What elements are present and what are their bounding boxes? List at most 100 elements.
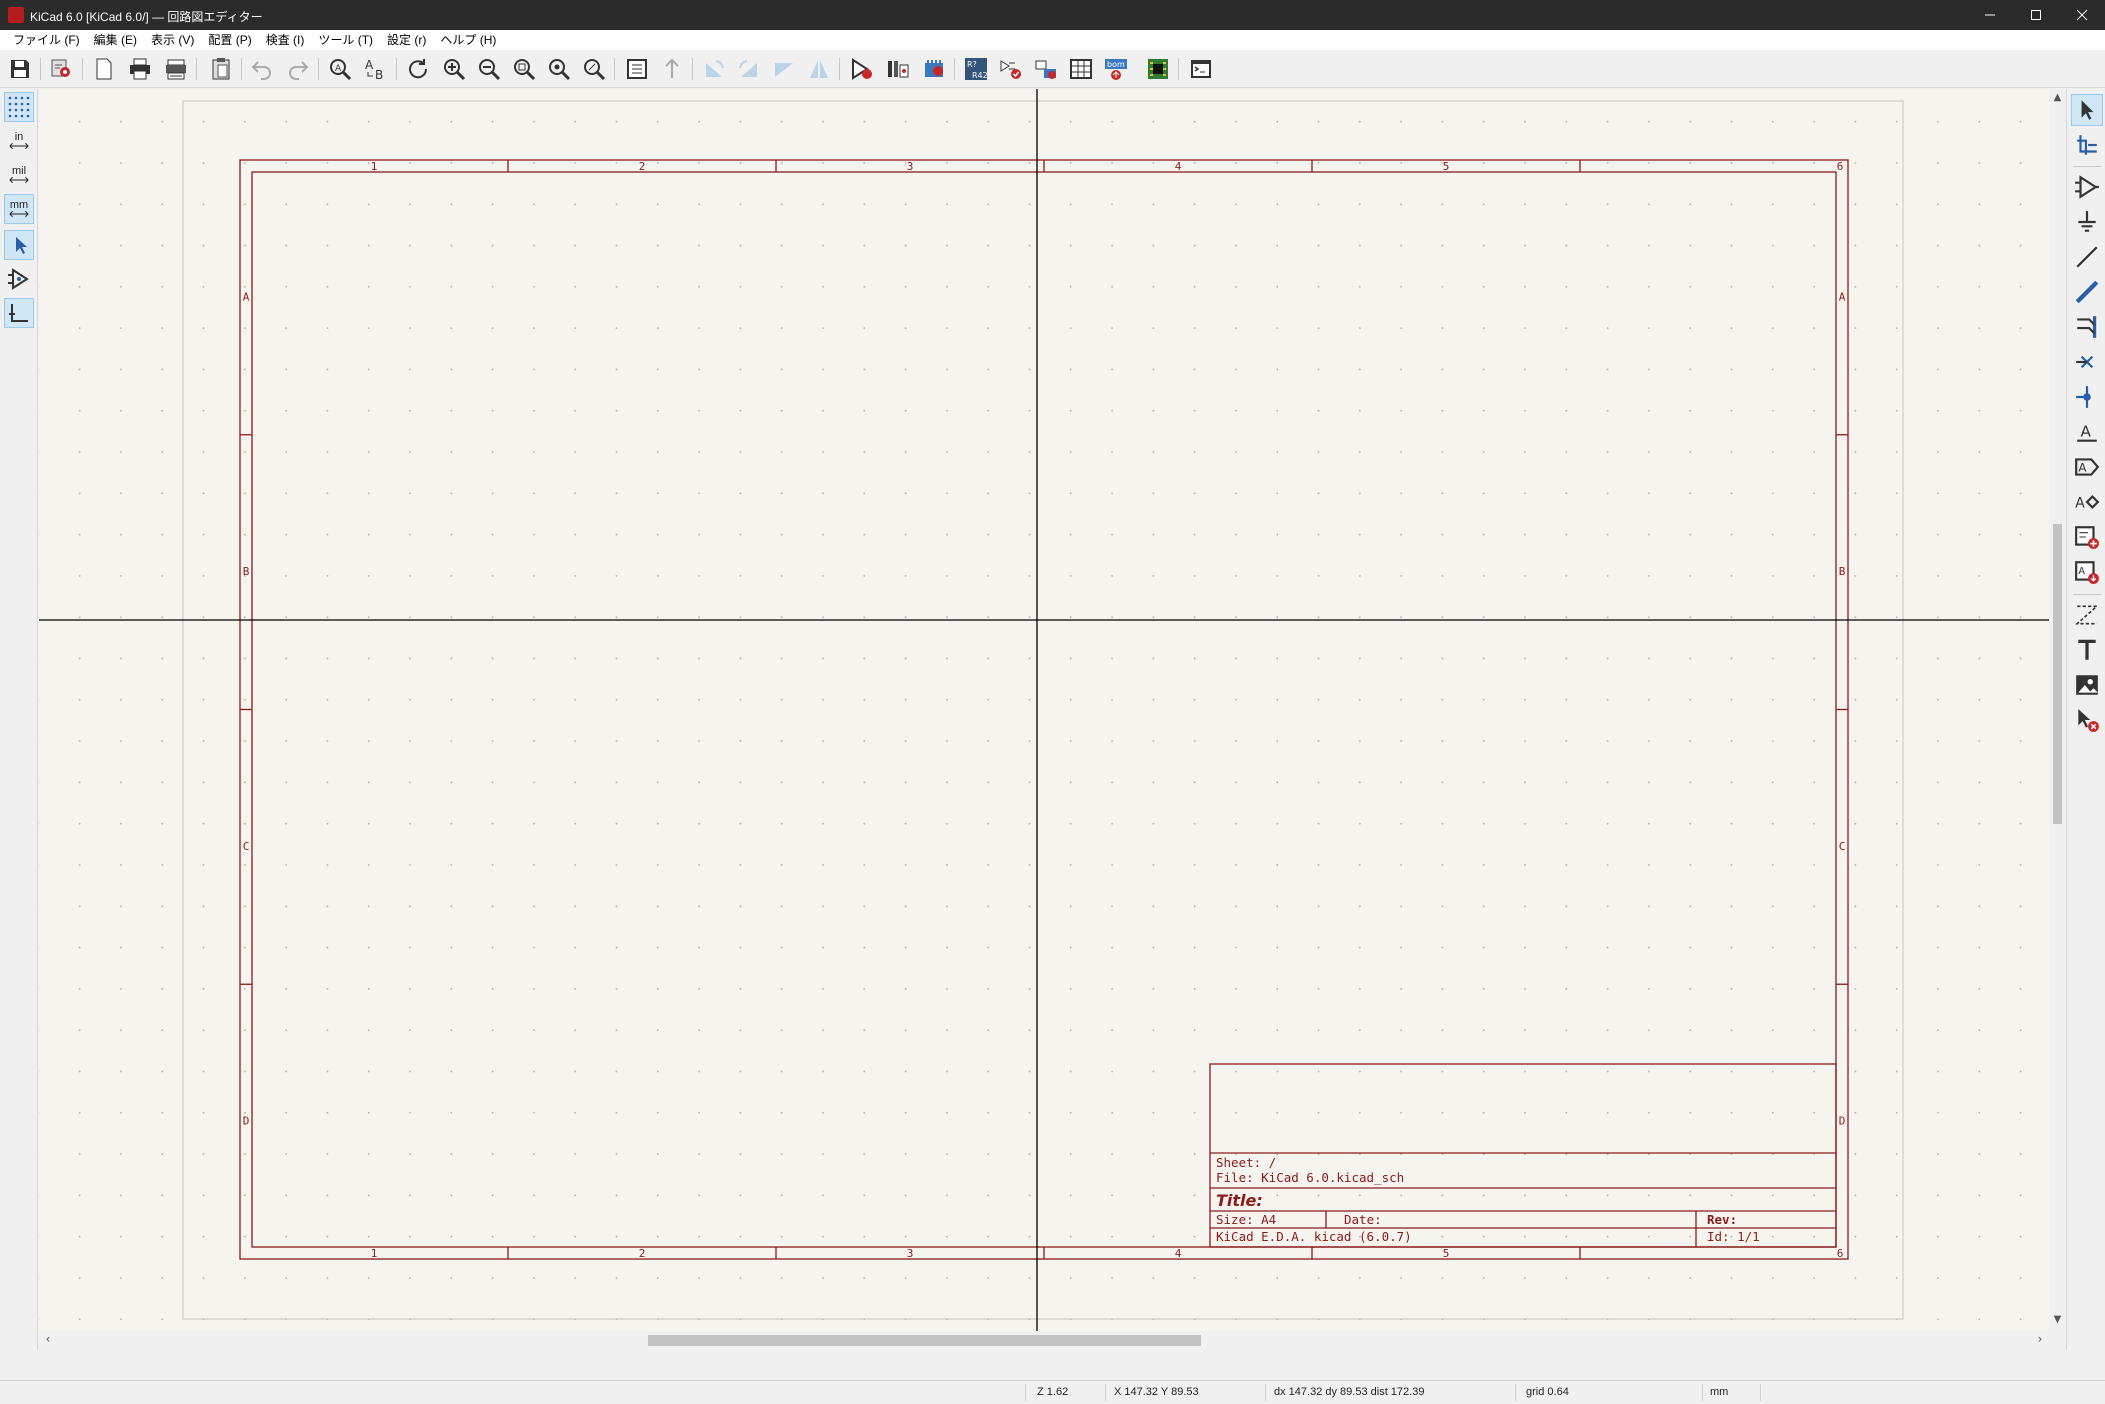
page-icon	[96, 58, 112, 80]
border-zone-labels: 1 1 2 2 3 3 4 4 5 5 6 6 A A B B C C D D	[243, 160, 1846, 1260]
edit-fields-button[interactable]	[1066, 55, 1096, 83]
zoom-out-button[interactable]	[474, 55, 504, 83]
page-settings-button[interactable]	[89, 55, 119, 83]
page-outline	[182, 100, 1904, 1320]
units-mils-button[interactable]: mil	[4, 160, 34, 190]
footprint-editor-button[interactable]	[919, 55, 949, 83]
status-divider	[1702, 1384, 1703, 1401]
print-button[interactable]	[125, 55, 155, 83]
add-junction-button[interactable]	[2071, 381, 2103, 413]
rotate-ccw-button[interactable]	[699, 55, 729, 83]
menu-view[interactable]: 表示 (V)	[144, 30, 201, 50]
menu-help[interactable]: ヘルプ (H)	[433, 30, 503, 50]
leave-sheet-button[interactable]	[657, 55, 687, 83]
import-sheet-pin-icon: A	[2075, 561, 2099, 584]
full-crosshair-button[interactable]	[4, 230, 34, 260]
symbol-browser-button[interactable]	[883, 55, 913, 83]
erc-button[interactable]	[996, 55, 1026, 83]
open-pcb-editor-button[interactable]	[1143, 55, 1173, 83]
zone-col-label-top: 4	[1175, 160, 1182, 173]
symbol-icon	[2075, 175, 2099, 199]
delete-tool-button[interactable]	[2071, 704, 2103, 736]
dashed-line-icon	[2075, 605, 2099, 625]
scroll-right-icon[interactable]: ›	[2033, 1332, 2047, 1346]
add-text-button[interactable]	[2071, 634, 2103, 666]
close-button[interactable]	[2059, 0, 2105, 30]
cursor-arrow-icon	[2081, 100, 2094, 120]
add-wire-button[interactable]	[2071, 241, 2103, 273]
scroll-down-icon[interactable]: ▼	[2051, 1314, 2064, 1328]
mirror-horizontal-button[interactable]	[804, 55, 834, 83]
status-divider	[1515, 1384, 1516, 1401]
add-global-label-button[interactable]: A	[2071, 451, 2103, 483]
import-sheet-pin-button[interactable]: A	[2071, 556, 2103, 588]
status-divider	[1760, 1384, 1761, 1401]
scroll-left-icon[interactable]: ‹	[41, 1332, 55, 1346]
toggle-grid-button[interactable]	[4, 92, 34, 122]
select-tool-button[interactable]	[2071, 94, 2103, 126]
add-sheet-button[interactable]	[2071, 521, 2103, 553]
generate-bom-button[interactable]: bom	[1101, 55, 1131, 83]
status-grid: grid 0.64	[1526, 1386, 1569, 1398]
zone-row-label-left: B	[243, 565, 250, 578]
zoom-fit-button[interactable]	[509, 55, 539, 83]
hierarchy-icon	[627, 59, 647, 79]
assign-footprints-button[interactable]	[1031, 55, 1061, 83]
find-replace-icon: AB	[365, 58, 383, 81]
maximize-button[interactable]	[2013, 0, 2059, 30]
vertical-scroll-thumb[interactable]	[2053, 524, 2062, 824]
find-replace-button[interactable]: AB	[361, 55, 391, 83]
refresh-button[interactable]	[403, 55, 433, 83]
add-power-button[interactable]	[2071, 206, 2103, 238]
right-toolbar: A A A A	[2066, 89, 2105, 1350]
find-button[interactable]: A	[325, 55, 355, 83]
line-mode-button[interactable]	[4, 298, 34, 328]
toolbar-separator	[1178, 58, 1179, 80]
svg-text:bom: bom	[1107, 60, 1125, 69]
title-block-rev: Rev:	[1707, 1212, 1737, 1227]
zoom-objects-button[interactable]	[544, 55, 574, 83]
menu-file[interactable]: ファイル (F)	[6, 30, 87, 50]
add-bus-entry-button[interactable]	[2071, 311, 2103, 343]
mirror-vertical-button[interactable]	[769, 55, 799, 83]
undo-button[interactable]	[247, 55, 277, 83]
add-label-button[interactable]: A	[2071, 416, 2103, 448]
add-graphic-lines-button[interactable]	[2071, 599, 2103, 631]
scripting-console-button[interactable]	[1186, 55, 1216, 83]
units-inches-button[interactable]: in	[4, 126, 34, 156]
menu-edit[interactable]: 編集 (E)	[87, 30, 144, 50]
vertical-scrollbar[interactable]: ▲ ▼	[2049, 89, 2066, 1331]
add-symbol-button[interactable]	[2071, 171, 2103, 203]
zone-col-label-top: 6	[1837, 160, 1844, 173]
save-button[interactable]	[5, 55, 35, 83]
rotate-cw-button[interactable]	[734, 55, 764, 83]
add-bus-button[interactable]	[2071, 276, 2103, 308]
zoom-in-button[interactable]	[439, 55, 469, 83]
hierarchy-navigator-button[interactable]	[622, 55, 652, 83]
menu-tools[interactable]: ツール (T)	[311, 30, 380, 50]
show-pin-types-button[interactable]	[4, 264, 34, 294]
menu-preferences[interactable]: 設定 (r)	[380, 30, 433, 50]
schematic-setup-button[interactable]	[47, 55, 77, 83]
add-no-connect-button[interactable]	[2071, 346, 2103, 378]
zone-col-label-bottom: 2	[639, 1247, 646, 1260]
scroll-up-icon[interactable]: ▲	[2051, 92, 2064, 106]
plot-button[interactable]	[161, 55, 191, 83]
svg-text:R?: R?	[967, 60, 977, 69]
menu-inspect[interactable]: 検査 (I)	[259, 30, 312, 50]
zoom-selection-button[interactable]	[579, 55, 609, 83]
menu-place[interactable]: 配置 (P)	[201, 30, 258, 50]
redo-button[interactable]	[283, 55, 313, 83]
kicad-schematic-editor: KiCad 6.0 [KiCad 6.0/] — 回路図エディター ファイル (…	[0, 0, 2105, 1404]
schematic-canvas[interactable]: 1 1 2 2 3 3 4 4 5 5 6 6 A A B B C C D D Sheet: / File: KiCa…	[39, 89, 2049, 1331]
add-image-button[interactable]	[2071, 669, 2103, 701]
paste-button[interactable]	[206, 55, 236, 83]
minimize-button[interactable]	[1967, 0, 2013, 30]
units-mm-button[interactable]: mm	[4, 194, 34, 224]
add-hierarchical-label-button[interactable]: A	[2071, 486, 2103, 518]
highlight-net-button[interactable]	[2071, 129, 2103, 161]
horizontal-scroll-thumb[interactable]	[648, 1335, 1201, 1346]
annotate-button[interactable]: R? R42	[961, 55, 991, 83]
horizontal-scrollbar[interactable]: ‹ ›	[39, 1331, 2049, 1348]
symbol-editor-button[interactable]	[847, 55, 877, 83]
